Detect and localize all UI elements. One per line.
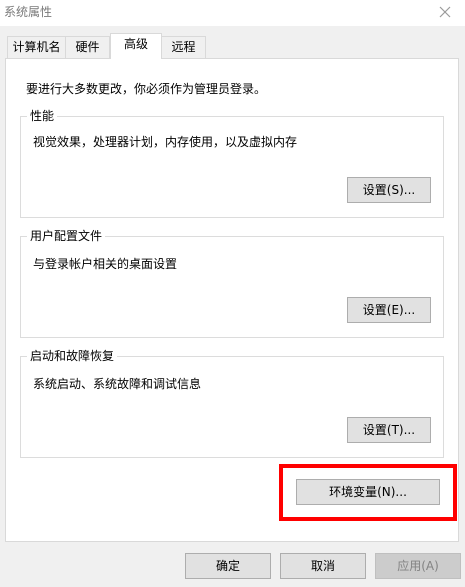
- close-icon: [439, 6, 451, 18]
- window-title: 系统属性: [4, 5, 53, 19]
- ok-button[interactable]: 确定: [185, 553, 271, 579]
- tab-computer-name[interactable]: 计算机名: [7, 36, 66, 58]
- title-bar: 系统属性: [0, 0, 465, 26]
- close-button[interactable]: [425, 0, 465, 26]
- tab-remote[interactable]: 远程: [161, 36, 206, 58]
- performance-group-label: 性能: [27, 108, 58, 124]
- tab-hardware[interactable]: 硬件: [65, 36, 110, 58]
- tab-advanced[interactable]: 高级: [110, 33, 162, 59]
- user-profiles-settings-button[interactable]: 设置(E)...: [347, 297, 431, 323]
- apply-button[interactable]: 应用(A): [375, 553, 461, 579]
- user-profiles-group: 用户配置文件 与登录帐户相关的桌面设置 设置(E)...: [20, 228, 444, 338]
- user-profiles-description: 与登录帐户相关的桌面设置: [33, 257, 178, 271]
- startup-recovery-settings-button[interactable]: 设置(T)...: [347, 417, 431, 443]
- cancel-button[interactable]: 取消: [280, 553, 366, 579]
- performance-group: 性能 视觉效果，处理器计划，内存使用，以及虚拟内存 设置(S)...: [20, 108, 444, 218]
- user-profiles-group-label: 用户配置文件: [27, 228, 106, 244]
- highlight-box: [279, 464, 457, 521]
- startup-recovery-group-label: 启动和故障恢复: [27, 348, 118, 364]
- performance-settings-button[interactable]: 设置(S)...: [347, 177, 431, 203]
- performance-description: 视觉效果，处理器计划，内存使用，以及虚拟内存: [33, 135, 298, 149]
- startup-recovery-description: 系统启动、系统故障和调试信息: [33, 377, 202, 391]
- startup-recovery-group: 启动和故障恢复 系统启动、系统故障和调试信息 设置(T)...: [20, 348, 444, 458]
- admin-notice: 要进行大多数更改，你必须作为管理员登录。: [26, 82, 267, 96]
